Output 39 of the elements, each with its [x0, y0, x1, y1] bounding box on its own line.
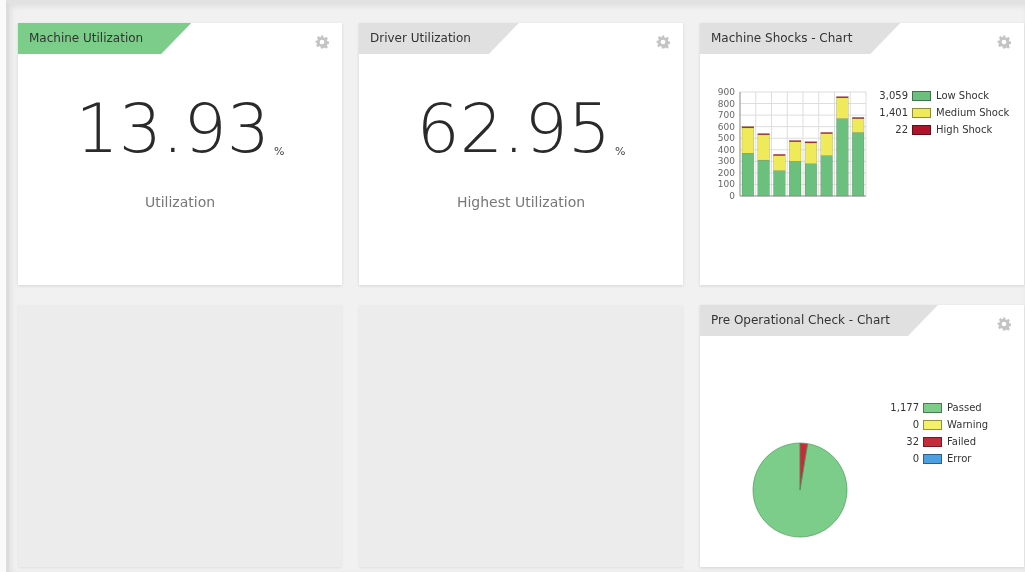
card-title: Driver Utilization [359, 23, 519, 54]
legend-value: 32 [905, 436, 919, 447]
axis-tick-label: 300 [717, 156, 735, 167]
settings-icon[interactable] [997, 317, 1011, 331]
legend-label: Warning [947, 419, 989, 430]
metric-value: 13.93 [75, 88, 271, 170]
axis-tick-label: 0 [729, 191, 735, 201]
legend-label: High Shock [936, 124, 993, 135]
unit-label: % [615, 145, 626, 158]
legend-value: 3,059 [878, 90, 908, 101]
legend-value: 1,177 [889, 402, 919, 413]
metric-label: Highest Utilization [456, 194, 586, 210]
metric-label: Utilization [144, 194, 216, 210]
legend-value: 0 [911, 453, 919, 464]
metric-value: 62.95 [416, 88, 612, 170]
settings-icon[interactable] [997, 35, 1011, 49]
legend-label: Error [947, 453, 972, 464]
axis-tick-label: 200 [717, 167, 735, 178]
axis-tick-label: 500 [717, 133, 735, 144]
legend-label: Medium Shock [936, 107, 1010, 118]
axis-tick-label: 400 [717, 144, 735, 155]
unit-label: % [274, 145, 285, 158]
legend-label: Passed [947, 402, 982, 413]
axis-tick-label: 600 [717, 121, 735, 132]
axis-tick-label: 100 [717, 179, 735, 190]
axis-tick-label: 900 [717, 87, 735, 97]
legend-value: 1,401 [878, 107, 908, 118]
axis-tick-label: 700 [717, 110, 735, 121]
settings-icon[interactable] [656, 35, 670, 49]
bar-segment [757, 159, 770, 197]
card-title: Pre Operational Check - Chart [700, 305, 938, 336]
legend-value: 0 [911, 419, 919, 430]
legend-label: Failed [947, 436, 977, 447]
settings-icon[interactable] [315, 35, 329, 49]
legend-value: 22 [894, 124, 908, 135]
card-title: Machine Shocks - Chart [700, 23, 901, 54]
legend-label: Low Shock [936, 90, 989, 101]
card-title: Machine Utilization [18, 23, 192, 54]
axis-tick-label: 800 [717, 98, 735, 109]
